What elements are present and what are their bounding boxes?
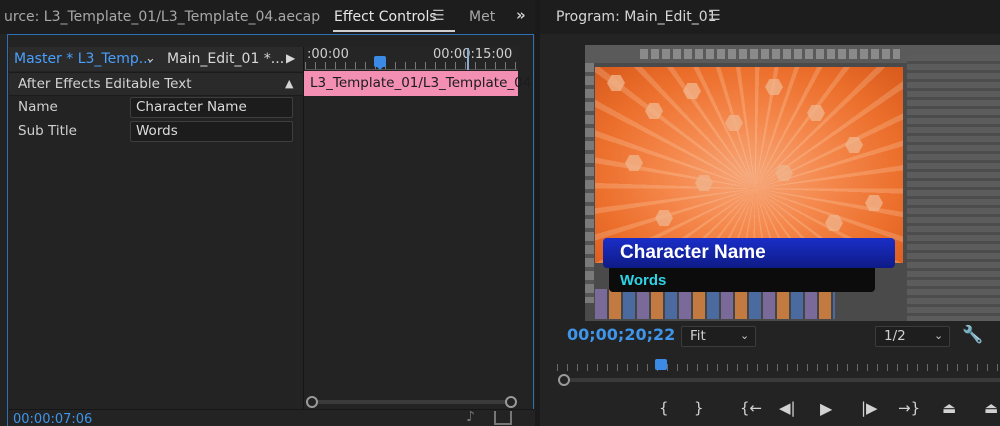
wrench-settings-icon[interactable]: 🔧 bbox=[962, 325, 983, 345]
step-back-button[interactable]: ◀| bbox=[779, 399, 796, 417]
chevron-down-icon[interactable]: ⌄ bbox=[145, 51, 156, 66]
lower-third-subtitle: Words bbox=[620, 272, 667, 289]
panel-splitter[interactable] bbox=[303, 47, 304, 409]
lower-third-name: Character Name bbox=[620, 242, 766, 263]
name-text-field[interactable]: Character Name bbox=[130, 97, 293, 118]
program-scrollbar[interactable] bbox=[570, 378, 1000, 382]
step-forward-button[interactable]: |▶ bbox=[861, 399, 878, 417]
tab-source-monitor[interactable]: urce: L3_Template_01/L3_Template_04.aeca… bbox=[4, 9, 320, 25]
mini-timeline-scrollbar[interactable] bbox=[312, 400, 512, 404]
lift-icon[interactable]: ⏏ bbox=[942, 399, 956, 417]
active-tab-indicator bbox=[333, 30, 455, 32]
program-monitor-title[interactable]: Program: Main_Edit_01 bbox=[556, 9, 717, 25]
tab-overflow-icon[interactable]: » bbox=[516, 6, 526, 24]
go-to-in-button[interactable]: {← bbox=[740, 399, 762, 417]
mini-playhead-tip bbox=[376, 66, 384, 70]
subtitle-property-label: Sub Title bbox=[18, 123, 77, 139]
program-scroll-handle[interactable] bbox=[558, 374, 570, 386]
clip-end-marker bbox=[467, 48, 469, 70]
go-to-out-button[interactable]: →} bbox=[898, 399, 920, 417]
tab-effect-controls[interactable]: Effect Controls bbox=[334, 9, 437, 25]
master-clip-tab[interactable]: Master * L3_Temp... bbox=[14, 51, 152, 67]
video-app-material-strip bbox=[595, 289, 835, 319]
video-app-toolbar-icons bbox=[640, 49, 900, 59]
extract-icon[interactable]: ⏏ bbox=[984, 399, 998, 417]
ruler-start-time: :00:00 bbox=[307, 47, 349, 62]
collapse-caret-icon[interactable]: ▲ bbox=[285, 77, 293, 90]
effect-controls-timecode[interactable]: 00:00:07:06 bbox=[13, 412, 92, 426]
show-timeline-toggle-icon[interactable]: ▶ bbox=[286, 51, 295, 65]
play-button[interactable]: ▶ bbox=[820, 399, 832, 418]
mark-in-button[interactable]: { bbox=[659, 399, 669, 417]
sequence-clip-tab[interactable]: Main_Edit_01 *... bbox=[167, 51, 284, 67]
effect-section-title: After Effects Editable Text bbox=[18, 76, 192, 92]
program-ruler-ticks[interactable] bbox=[557, 364, 1000, 371]
audio-scrub-icon[interactable]: ♪ bbox=[466, 409, 475, 425]
chevron-down-icon: ⌄ bbox=[740, 329, 750, 342]
name-property-label: Name bbox=[18, 99, 58, 115]
export-frame-icon[interactable] bbox=[494, 411, 512, 425]
subtitle-text-field[interactable]: Words bbox=[130, 121, 293, 142]
tab-metadata[interactable]: Met bbox=[469, 9, 495, 25]
clip-bar-label: L3_Template_01/L3_Template_04 bbox=[310, 75, 532, 91]
scroll-handle-left[interactable] bbox=[306, 396, 318, 408]
ruler-end-time: 00:00:15:00 bbox=[433, 47, 513, 62]
chevron-down-icon: ⌄ bbox=[934, 329, 944, 342]
video-app-side-panels bbox=[907, 55, 1000, 321]
program-menu-icon[interactable]: ☰ bbox=[708, 8, 721, 24]
panel-menu-icon[interactable]: ☰ bbox=[432, 8, 445, 24]
mark-out-button[interactable]: } bbox=[694, 399, 704, 417]
program-timecode[interactable]: 00;00;20;22 bbox=[567, 325, 675, 344]
scroll-handle-right[interactable] bbox=[505, 396, 517, 408]
ruler-baseline bbox=[305, 69, 517, 70]
program-playhead[interactable] bbox=[655, 359, 667, 370]
video-app-tool-column bbox=[585, 63, 594, 303]
